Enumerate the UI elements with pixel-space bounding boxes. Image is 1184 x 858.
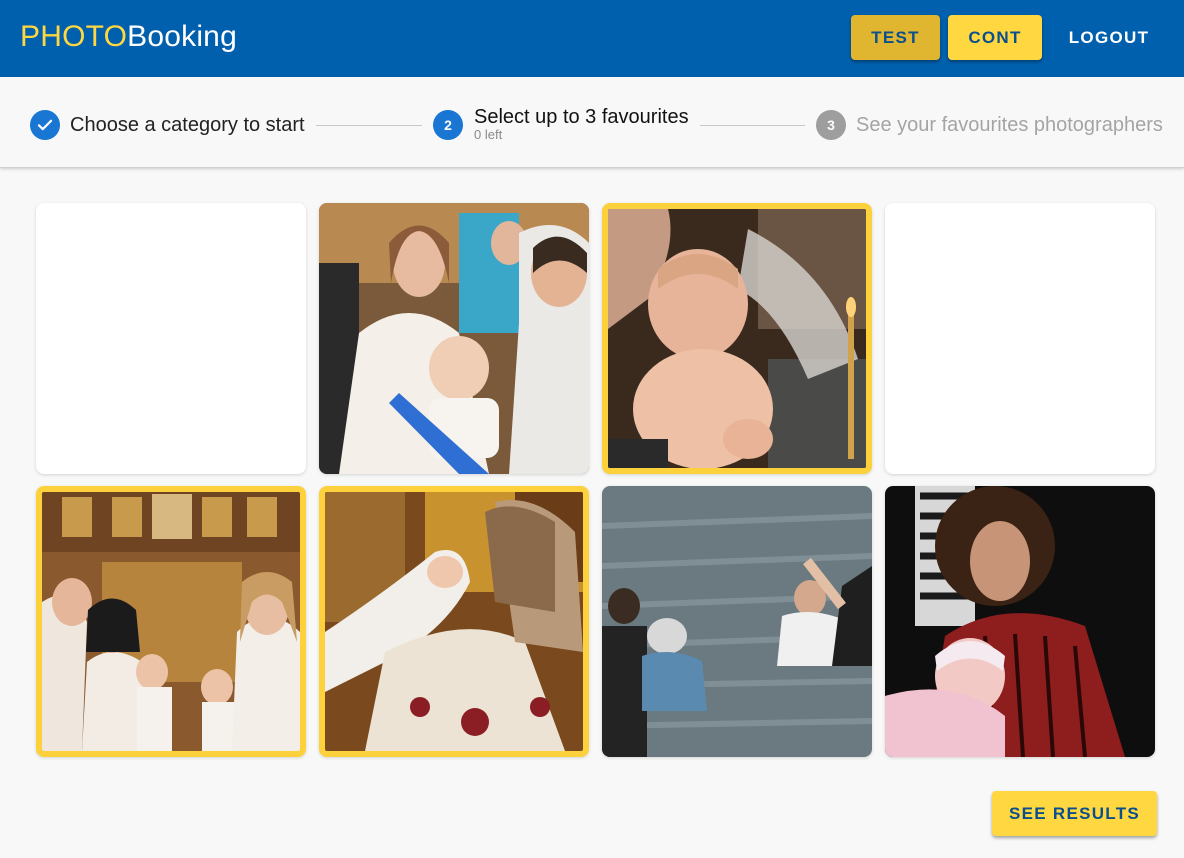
brand-logo[interactable]: PHOTOBooking (20, 18, 237, 56)
step-2-number: 2 (433, 110, 463, 140)
step-1-label[interactable]: Choose a category to start (70, 113, 305, 137)
step-connector (700, 125, 805, 126)
step-2-label: Select up to 3 favourites (474, 106, 689, 128)
photo-tile-woman-holding-baby[interactable] (885, 486, 1155, 757)
photo-tile-empty-2[interactable] (885, 203, 1155, 474)
check-icon (30, 110, 60, 140)
test-button[interactable]: TEST (851, 15, 940, 60)
stepper: Choose a category to start 2 Select up t… (0, 77, 1184, 168)
app-bar: PHOTOBooking TEST CONT LOGOUT (0, 0, 1184, 77)
step-3-label: See your favourites photographers (856, 114, 1163, 136)
photo-tile-priest-baby[interactable] (319, 486, 589, 757)
cont-button[interactable]: CONT (948, 15, 1042, 60)
step-connector (316, 125, 422, 126)
photo-tile-baby-water-pour[interactable] (602, 203, 872, 474)
photo-tile-empty-1[interactable] (36, 203, 306, 474)
photo-tile-river-baptism[interactable] (602, 486, 872, 757)
step-2-sublabel: 0 left (474, 127, 503, 142)
photo-tile-family-church[interactable] (36, 486, 306, 757)
logout-button[interactable]: LOGOUT (1054, 15, 1164, 60)
see-results-button[interactable]: SEE RESULTS (992, 791, 1157, 836)
brand-booking: Booking (127, 20, 237, 53)
step-3-number: 3 (816, 110, 846, 140)
brand-photo: PHOTO (20, 20, 128, 53)
photo-tile-baptism-mother-baby[interactable] (319, 203, 589, 474)
